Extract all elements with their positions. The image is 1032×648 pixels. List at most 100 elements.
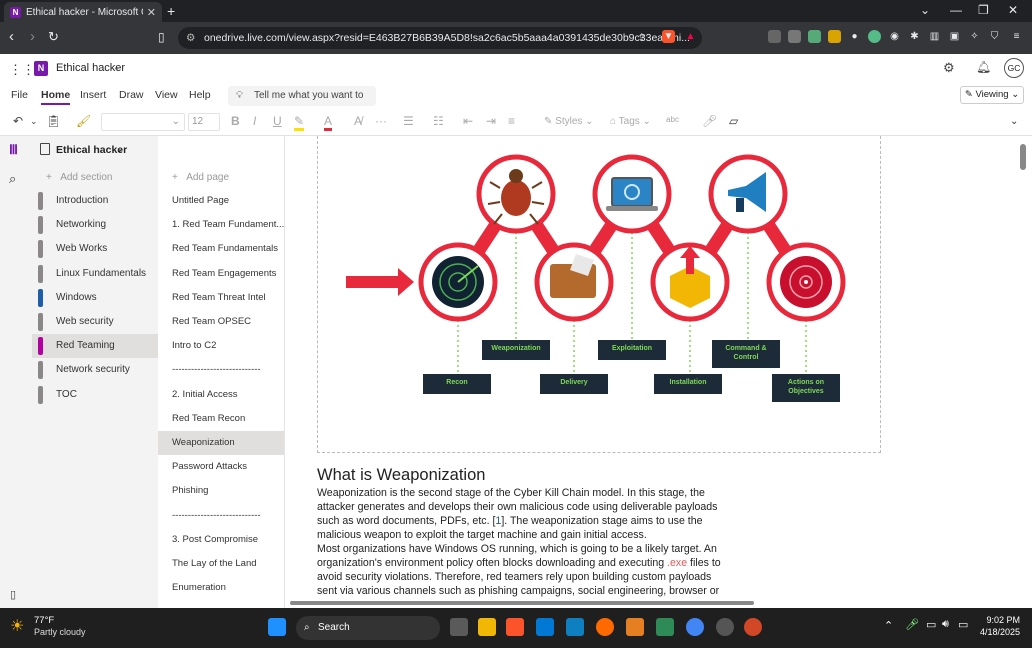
bullets-icon[interactable]: ☰ xyxy=(403,114,414,128)
reload-icon[interactable]: ↻ xyxy=(48,29,59,45)
clock-date[interactable]: 4/18/2025 xyxy=(976,627,1020,637)
extension-1-icon[interactable] xyxy=(768,30,781,43)
section-item[interactable]: Introduction xyxy=(32,189,158,213)
sticky-notes-icon[interactable]: ▱ xyxy=(729,114,738,128)
horizontal-scrollbar[interactable] xyxy=(290,601,754,605)
page-item[interactable]: 1. Red Team Fundament... xyxy=(158,213,284,237)
page-item[interactable]: ---------------------------- xyxy=(158,504,284,528)
page-item[interactable]: Phishing xyxy=(158,479,284,503)
extension-3-icon[interactable] xyxy=(808,30,821,43)
page-item[interactable]: Red Team Threat Intel xyxy=(158,286,284,310)
page-item[interactable]: 3. Post Compromise xyxy=(158,528,284,552)
firefox-icon[interactable] xyxy=(596,618,614,636)
extension-6-icon[interactable] xyxy=(868,30,881,43)
collapse-ribbon-icon[interactable]: ⌄ xyxy=(1010,116,1018,127)
weather-temp[interactable]: 77°F xyxy=(34,615,54,626)
page-item[interactable]: The Lay of the Land xyxy=(158,552,284,576)
page-body-text[interactable]: Weaponization is the second stage of the… xyxy=(317,486,729,598)
weather-icon[interactable]: ☀ xyxy=(10,616,24,636)
page-item[interactable]: Red Team Engagements xyxy=(158,262,284,286)
vpn-icon[interactable]: ⛉ xyxy=(988,30,1001,43)
address-bar[interactable]: ⚙ onedrive.live.com/view.aspx?resid=E463… xyxy=(178,27,702,49)
add-section-button[interactable]: + Add section xyxy=(46,172,112,183)
app-icon-4[interactable] xyxy=(716,618,734,636)
section-item[interactable]: TOC xyxy=(32,383,158,407)
extension-7-icon[interactable]: ◉ xyxy=(888,30,901,43)
page-item[interactable]: Intro to C2 xyxy=(158,334,284,358)
vertical-scrollbar[interactable] xyxy=(1020,144,1026,170)
extension-5-icon[interactable]: ● xyxy=(848,30,861,43)
add-page-button[interactable]: + Add page xyxy=(172,172,229,183)
close-tab-icon[interactable]: ✕ xyxy=(147,6,156,19)
page-item[interactable]: Enumeration xyxy=(158,576,284,600)
site-info-icon[interactable]: ⚙ xyxy=(186,27,195,49)
menu-help[interactable]: Help xyxy=(189,89,211,101)
menu-view[interactable]: View xyxy=(155,89,178,101)
font-color-icon[interactable]: A xyxy=(324,114,333,131)
menu-file[interactable]: File xyxy=(11,89,28,101)
extension-4-icon[interactable] xyxy=(828,30,841,43)
start-icon[interactable] xyxy=(268,618,286,636)
mobile-icon[interactable]: ▯ xyxy=(10,588,16,601)
volume-icon[interactable]: 🔊︎ xyxy=(942,618,949,631)
section-item[interactable]: Web security xyxy=(32,310,158,334)
sidebar-toggle-icon[interactable]: ▥ xyxy=(928,30,941,43)
app-icon-2[interactable] xyxy=(626,618,644,636)
browser-menu-icon[interactable]: ≡ xyxy=(1010,30,1023,43)
chrome-icon[interactable] xyxy=(686,618,704,636)
extensions-icon[interactable]: ✱ xyxy=(908,30,921,43)
back-icon[interactable]: ‹ xyxy=(9,28,14,45)
notifications-bell-icon[interactable]: 🔔︎ xyxy=(976,60,991,74)
undo-icon[interactable]: ↶ xyxy=(13,114,23,128)
spelling-icon[interactable]: ᵃᵇᶜ xyxy=(666,114,679,128)
clock-time[interactable]: 9:02 PM xyxy=(986,615,1020,625)
microphone-icon[interactable]: 🎤︎ xyxy=(905,618,919,631)
chevron-down-icon[interactable]: ⌄ xyxy=(113,62,121,73)
app-launcher-icon[interactable]: ⋮⋮ xyxy=(9,62,35,78)
outdent-icon[interactable]: ⇤ xyxy=(463,114,473,128)
format-painter-icon[interactable]: 🖌︎ xyxy=(76,114,91,128)
section-item[interactable]: Networking xyxy=(32,213,158,237)
section-item[interactable]: Web Works xyxy=(32,237,158,261)
page-item[interactable]: Weaponization xyxy=(158,431,284,455)
section-item[interactable]: Network security xyxy=(32,358,158,382)
bold-icon[interactable]: B xyxy=(231,114,240,128)
chevron-down-icon[interactable]: ⌄ xyxy=(116,144,124,155)
show-hidden-icons[interactable]: ⌃ xyxy=(884,619,893,632)
brave-browser-icon[interactable] xyxy=(506,618,524,636)
page-heading[interactable]: What is Weaponization xyxy=(317,466,485,485)
task-view-icon[interactable] xyxy=(450,618,468,636)
brave-shield-icon[interactable]: ▼ xyxy=(662,30,675,43)
page-item[interactable]: Untitled Page xyxy=(158,189,284,213)
weather-desc[interactable]: Partly cloudy xyxy=(34,627,86,637)
viewing-mode-dropdown[interactable]: ✎ Viewing ⌄ xyxy=(960,86,1024,104)
kill-chain-image[interactable]: Recon Weaponization Delivery Exploitatio… xyxy=(317,136,881,453)
page-item[interactable]: Red Team Recon xyxy=(158,407,284,431)
page-item[interactable]: 2. Initial Access xyxy=(158,383,284,407)
page-item[interactable]: Password Attacks xyxy=(158,455,284,479)
powerpoint-icon[interactable] xyxy=(744,618,762,636)
undo-dropdown-icon[interactable]: ⌄ xyxy=(30,116,38,127)
clipboard-icon[interactable]: 📋︎ xyxy=(46,114,61,128)
align-icon[interactable]: ≡ xyxy=(508,114,515,128)
italic-icon[interactable]: I xyxy=(253,114,256,128)
search-icon[interactable]: ⌕ xyxy=(9,171,16,187)
tab-search-icon[interactable]: ⌄ xyxy=(920,3,930,17)
app-icon-1[interactable] xyxy=(566,618,584,636)
browser-tab[interactable]: N Ethical hacker - Microsoft OneN ✕ xyxy=(4,2,162,22)
page-item[interactable]: ---------------------------- xyxy=(158,358,284,382)
wallet-icon[interactable]: ▣ xyxy=(948,30,961,43)
app-icon-3[interactable] xyxy=(656,618,674,636)
menu-home[interactable]: Home xyxy=(41,89,71,105)
share-icon[interactable]: ⇪ xyxy=(637,27,646,49)
menu-draw[interactable]: Draw xyxy=(119,89,144,101)
network-icon[interactable]: ▭ xyxy=(926,618,936,631)
section-item[interactable]: Red Teaming xyxy=(32,334,158,359)
numbering-icon[interactable]: ☷ xyxy=(433,114,444,128)
indent-icon[interactable]: ⇥ xyxy=(486,114,496,128)
taskbar-search[interactable]: ⌕ Search xyxy=(296,616,440,640)
tell-me-search[interactable]: 💡︎ Tell me what you want to do xyxy=(228,86,376,121)
settings-gear-icon[interactable]: ⚙ xyxy=(943,60,955,76)
tags-dropdown[interactable]: ⌂ Tags ⌄ xyxy=(610,116,651,127)
brave-rewards-icon[interactable]: ▲ xyxy=(684,30,697,43)
